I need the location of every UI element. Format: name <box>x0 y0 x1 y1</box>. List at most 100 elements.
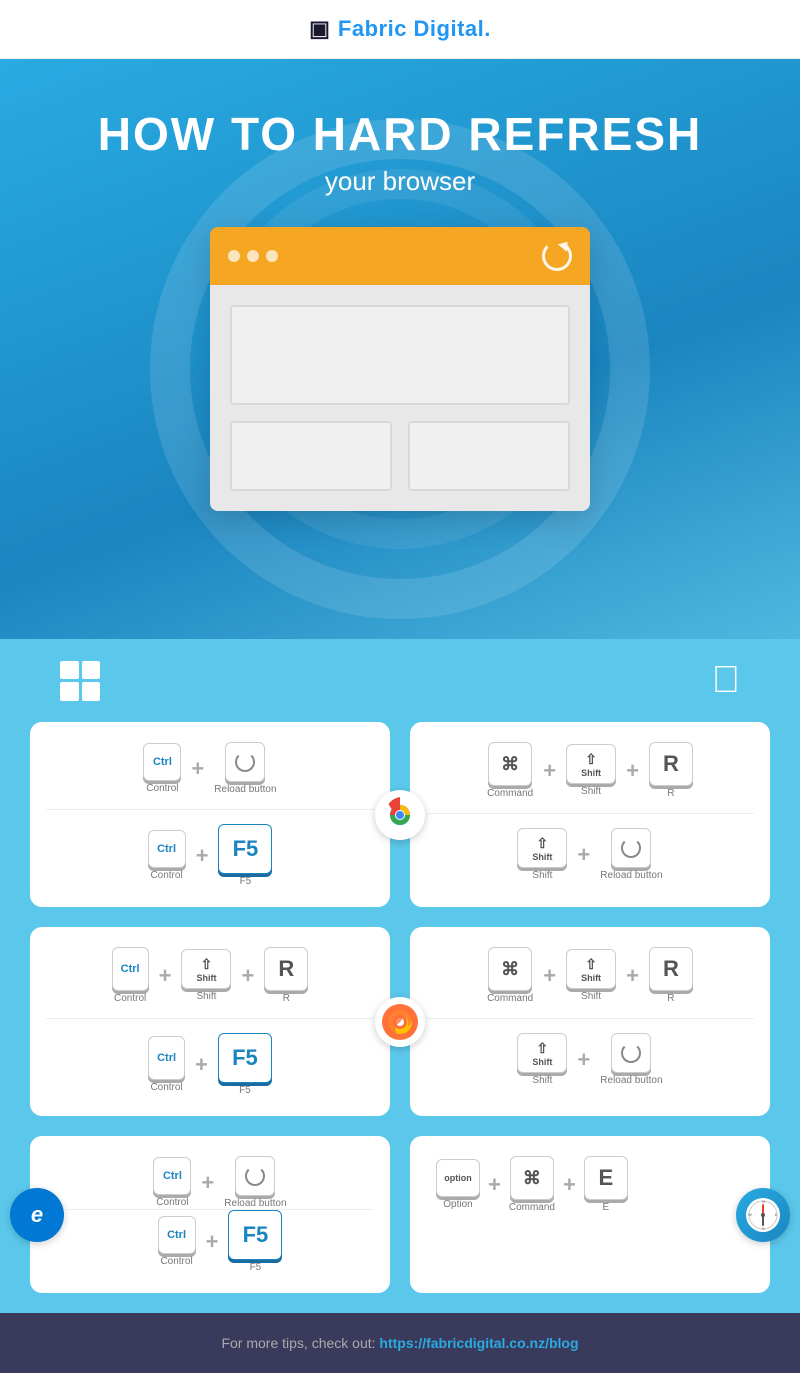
ff-r-key: R <box>264 947 308 991</box>
browser-content-right <box>408 421 570 491</box>
reload-icon <box>235 752 255 772</box>
firefox-icon <box>382 1004 418 1040</box>
ff-f5-label: F5 <box>239 1085 251 1096</box>
ie-reload-wrap: Reload button <box>224 1156 286 1209</box>
ff-mac-shift-wrap: ⇧ Shift Shift <box>566 949 616 1002</box>
ie-ctrl-wrap2: Ctrl Control <box>158 1216 196 1267</box>
browser-dots <box>228 250 278 262</box>
ff-mac-reload-key <box>611 1033 651 1073</box>
reload-button-key <box>225 742 265 782</box>
ie-ctrl-wrap: Ctrl Control <box>153 1157 191 1208</box>
ie-icon: e <box>31 1202 43 1228</box>
ie-card: e Ctrl Control + Reload button <box>30 1136 390 1293</box>
ff-ctrl-key: Ctrl <box>112 947 149 991</box>
cmd-key-wrap: ⌘ Command <box>487 742 533 799</box>
shift-key-wrap2: ⇧ Shift Shift <box>517 828 567 881</box>
firefox-windows-card: Ctrl Control + ⇧ Shift Shift + R R <box>30 927 390 1116</box>
ctrl-label-2: Control <box>150 870 182 881</box>
browser-dot-1 <box>228 250 240 262</box>
logo-icon: ▣ <box>309 16 330 42</box>
plus-10: + <box>626 963 639 989</box>
svg-text:E: E <box>775 1212 778 1217</box>
firefox-badge <box>375 997 425 1047</box>
reload-button-key-2 <box>611 828 651 868</box>
ie-safari-row: e Ctrl Control + Reload button <box>30 1136 770 1293</box>
footer-static-text: For more tips, check out: <box>221 1335 379 1351</box>
ff-mac-shift-key: ⇧ Shift <box>566 949 616 989</box>
ff-ctrl-wrap2: Ctrl Control <box>148 1036 185 1093</box>
ff-mac-shift-label: Shift <box>581 991 601 1002</box>
divider-4 <box>426 1018 754 1019</box>
ff-mac-reload-label: Reload button <box>600 1075 662 1086</box>
windows-pane-2 <box>82 661 101 680</box>
ff-ctrl-key-2: Ctrl <box>148 1036 185 1080</box>
browser-refresh-icon <box>542 241 572 271</box>
ie-ctrl-key: Ctrl <box>153 1157 191 1195</box>
chrome-win-shortcut2: Ctrl Control + F5 F5 <box>46 824 374 887</box>
footer-link-text: https://fabricdigital.co.nz/blog <box>379 1335 578 1351</box>
chrome-mac-shortcut1: ⌘ Command + ⇧ Shift Shift + R R <box>426 742 754 799</box>
firefox-win-shortcut2: Ctrl Control + F5 F5 <box>46 1033 374 1096</box>
e-key: E <box>584 1156 628 1200</box>
hero-subtitle: your browser <box>20 166 780 197</box>
f5-key: F5 <box>218 824 272 874</box>
browser-content-left <box>230 421 392 491</box>
hero-title: HOW TO HARD REFRESH <box>20 109 780 160</box>
ff-mac-shift-wrap2: ⇧ Shift Shift <box>517 1033 567 1086</box>
browser-content-bottom <box>230 421 570 491</box>
footer-link[interactable]: https://fabricdigital.co.nz/blog <box>379 1335 578 1351</box>
reload-key-wrap2: Reload button <box>600 828 662 881</box>
chrome-windows-card: Ctrl Control + Reload button Ctrl Contro… <box>30 722 390 907</box>
option-wrap: option Option <box>436 1159 480 1210</box>
safari-cmd-key: ⌘ <box>510 1156 554 1200</box>
header-title: Fabric Digital. <box>338 16 491 42</box>
browser-mockup <box>210 227 590 511</box>
e-wrap: E E <box>584 1156 628 1213</box>
firefox-mac-shortcut2: ⇧ Shift Shift + Reload button <box>426 1033 754 1086</box>
plus-7: + <box>241 963 254 989</box>
ff-mac-r-wrap: R R <box>649 947 693 1004</box>
chrome-win-shortcut1: Ctrl Control + Reload button <box>46 742 374 795</box>
windows-pane-3 <box>60 682 79 701</box>
browser-body <box>210 285 590 511</box>
safari-icon: N S E W <box>746 1198 780 1232</box>
ie-reload-icon <box>245 1166 265 1186</box>
reload-label: Reload button <box>214 784 276 795</box>
shift-label-2: Shift <box>532 870 552 881</box>
ff-cmd-label: Command <box>487 993 533 1004</box>
firefox-mac-card: ⌘ Command + ⇧ Shift Shift + R R <box>410 927 770 1116</box>
plus-12: + <box>201 1170 214 1196</box>
plus-15: + <box>563 1172 576 1198</box>
shift-key-wrap: ⇧ Shift Shift <box>566 744 616 797</box>
ff-mac-r-key: R <box>649 947 693 991</box>
ff-mac-shift-key-2: ⇧ Shift <box>517 1033 567 1073</box>
ie-f5-key: F5 <box>228 1210 282 1260</box>
ie-ctrl-label: Control <box>156 1197 188 1208</box>
ie-shortcut1: Ctrl Control + Reload button <box>66 1156 374 1209</box>
safari-card: N S E W option Option + ⌘ Command + <box>410 1136 770 1293</box>
firefox-row: Ctrl Control + ⇧ Shift Shift + R R <box>30 927 770 1116</box>
ie-reload-key <box>235 1156 275 1196</box>
ff-shift-key: ⇧ Shift <box>181 949 231 989</box>
safari-cmd-wrap: ⌘ Command <box>509 1156 555 1213</box>
logo-text: Fabric Digital. <box>338 16 491 41</box>
divider-2 <box>426 813 754 814</box>
ff-ctrl-label-2: Control <box>150 1082 182 1093</box>
ff-cmd-key: ⌘ <box>488 947 532 991</box>
windows-pane-4 <box>82 682 101 701</box>
reload-key-wrap: Reload button <box>214 742 276 795</box>
ff-mac-r-label: R <box>667 993 674 1004</box>
header: ▣ Fabric Digital. <box>0 0 800 59</box>
ff-f5-key: F5 <box>218 1033 272 1083</box>
cmd-label: Command <box>487 788 533 799</box>
chrome-mac-card: ⌘ Command + ⇧ Shift Shift + R R <box>410 722 770 907</box>
safari-shortcut1: option Option + ⌘ Command + E E <box>426 1156 754 1213</box>
option-key: option <box>436 1159 480 1197</box>
ctrl-key-wrap2: Ctrl Control <box>148 830 186 881</box>
option-label: Option <box>443 1199 472 1210</box>
mac-section:  <box>712 659 741 702</box>
safari-badge: N S E W <box>736 1188 790 1242</box>
safari-cmd-label: Command <box>509 1202 555 1213</box>
footer: For more tips, check out: https://fabric… <box>0 1313 800 1373</box>
ie-ctrl-label-2: Control <box>160 1256 192 1267</box>
